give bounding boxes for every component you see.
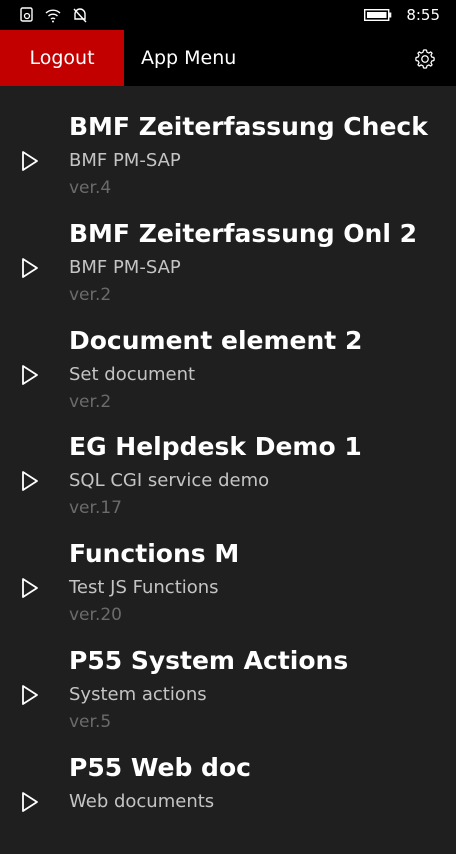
list-item[interactable]: BMF Zeiterfassung Onl 2 BMF PM-SAP ver.2 <box>0 213 456 320</box>
wifi-icon <box>45 9 61 23</box>
play-icon <box>22 151 38 171</box>
app-version: ver.2 <box>69 391 112 412</box>
play-icon <box>22 364 38 385</box>
app-version: ver.20 <box>69 605 122 626</box>
app-title: P55 System Actions <box>69 645 349 675</box>
play-icon <box>22 578 38 599</box>
play-icon <box>22 471 38 492</box>
app-menu-title: App Menu <box>141 47 237 69</box>
list-item[interactable]: P55 System Actions System actions ver.5 <box>0 640 456 747</box>
app-title: BMF Zeiterfassung Check <box>69 112 428 141</box>
app-list: BMF Zeiterfassung Check BMF PM-SAP ver.4… <box>0 106 456 854</box>
app-title: EG Helpdesk Demo 1 <box>69 432 362 462</box>
status-icons <box>20 7 88 23</box>
app-subtitle: BMF PM-SAP <box>69 150 181 171</box>
app-version: ver.2 <box>69 284 112 305</box>
camera-icon <box>20 7 33 22</box>
list-item[interactable]: Functions M Test JS Functions ver.20 <box>0 533 456 640</box>
list-item[interactable]: EG Helpdesk Demo 1 SQL CGI service demo … <box>0 426 456 533</box>
app-subtitle: Set document <box>69 363 196 385</box>
notification-off-icon <box>73 8 87 23</box>
app-title: Functions M <box>69 539 240 569</box>
app-bar: Logout App Menu <box>0 30 456 86</box>
battery-icon <box>364 9 392 21</box>
app-subtitle: Web documents <box>69 790 215 812</box>
app-version: ver.5 <box>69 711 112 732</box>
app-version: ver.17 <box>69 498 122 519</box>
app-subtitle: SQL CGI service demo <box>69 470 270 492</box>
status-bar: 8:55 <box>0 0 456 30</box>
app-subtitle: Test JS Functions <box>69 577 219 599</box>
play-icon <box>22 685 38 705</box>
play-icon <box>22 791 38 812</box>
logout-button[interactable]: Logout <box>0 30 124 86</box>
app-title: Document element 2 <box>69 325 363 355</box>
app-subtitle: System actions <box>69 683 207 705</box>
clock: 8:55 <box>406 6 440 24</box>
app-title: P55 Web doc <box>69 752 251 782</box>
list-item[interactable]: Document element 2 Set document ver.2 <box>0 320 456 427</box>
app-subtitle: BMF PM-SAP <box>69 256 181 278</box>
list-item[interactable]: P55 Web doc Web documents <box>0 747 456 854</box>
play-icon <box>22 257 38 278</box>
app-version: ver.4 <box>69 178 112 198</box>
app-title: BMF Zeiterfassung Onl 2 <box>69 218 418 248</box>
list-item[interactable]: BMF Zeiterfassung Check BMF PM-SAP ver.4 <box>0 106 456 213</box>
gear-icon[interactable] <box>414 48 436 70</box>
